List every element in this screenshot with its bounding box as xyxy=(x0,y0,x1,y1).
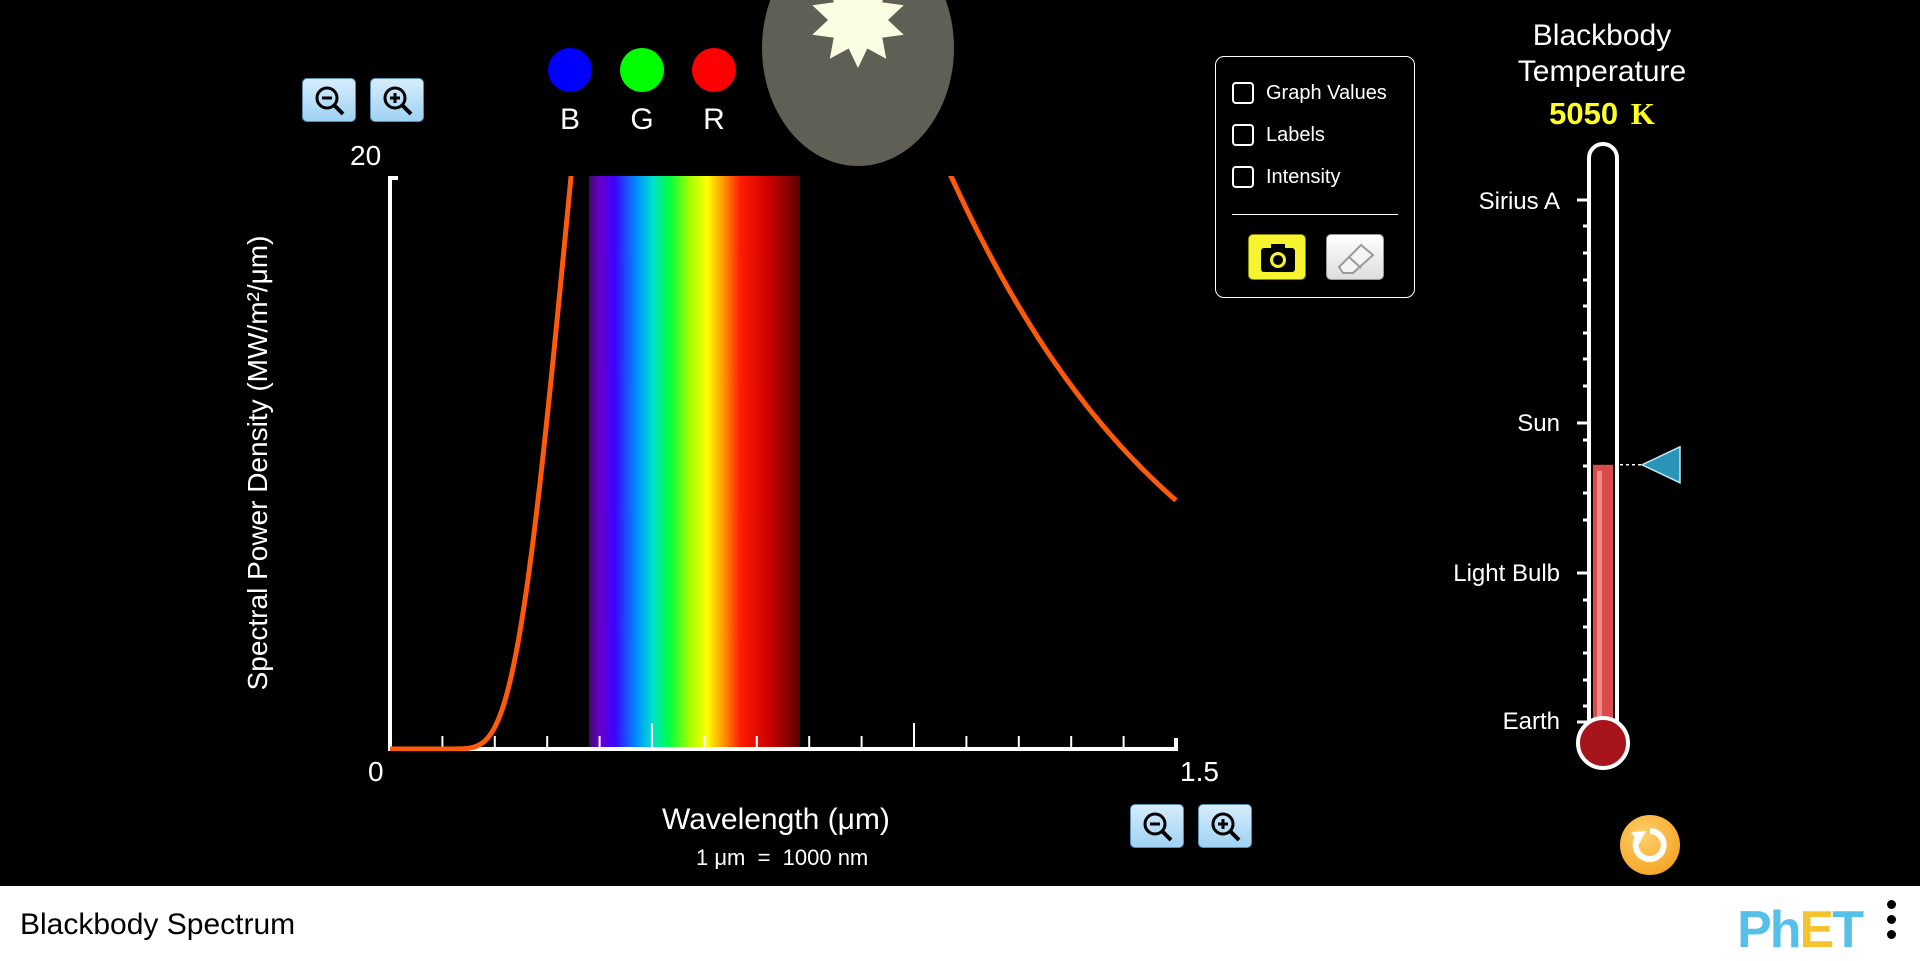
options-panel: Graph Values Labels Intensity xyxy=(1215,56,1415,298)
sim-title: Blackbody Spectrum xyxy=(20,908,296,941)
phet-logo[interactable]: PhET xyxy=(1737,900,1864,960)
marker-sirius-a: Sirius A xyxy=(1478,188,1560,215)
zoom-in-icon xyxy=(1211,812,1241,842)
y-min-label: 0 xyxy=(368,756,384,787)
unit-conversion-note: 1 μm = 1000 nm xyxy=(696,845,869,870)
y-max-label: 20 xyxy=(350,140,382,171)
camera-icon xyxy=(1261,244,1295,272)
reset-icon xyxy=(1631,828,1667,862)
spectrum-graph xyxy=(388,176,1178,751)
thermometer-bulb xyxy=(1576,716,1630,770)
marker-earth: Earth xyxy=(1502,708,1560,735)
navigation-bar: Blackbody Spectrum PhET xyxy=(0,886,1920,961)
save-graph-button[interactable] xyxy=(1248,234,1306,280)
thermometer[interactable] xyxy=(1560,140,1760,780)
y-axis-label: Spectral Power Density (MW/m²/μm) xyxy=(242,235,273,691)
labels-label: Labels xyxy=(1266,123,1325,146)
marker-light-bulb: Light Bulb xyxy=(1453,560,1560,587)
phet-menu-button[interactable] xyxy=(1886,900,1898,948)
zoom-out-icon xyxy=(1143,812,1173,842)
graph-values-checkbox[interactable] xyxy=(1232,82,1254,104)
visible-spectrum-band xyxy=(589,176,800,749)
marker-sun: Sun xyxy=(1517,410,1560,437)
thermometer-title-line2: Temperature xyxy=(1517,55,1687,88)
labels-checkbox[interactable] xyxy=(1232,124,1254,146)
temperature-slider-thumb[interactable] xyxy=(1620,445,1681,484)
x-axis-label: Wavelength (μm) xyxy=(662,803,890,836)
intensity-label: Intensity xyxy=(1266,165,1341,188)
temperature-value: 5050 xyxy=(1549,96,1619,131)
clear-graphs-button[interactable] xyxy=(1326,234,1384,280)
panel-divider xyxy=(1232,214,1398,215)
thermometer-fill xyxy=(1593,464,1613,740)
thermometer-title-line1: Blackbody xyxy=(1532,19,1672,52)
thermometer-title: Blackbody Temperature xyxy=(1470,18,1734,90)
x-max-label: 1.5 xyxy=(1180,756,1219,787)
temperature-readout: 5050 K xyxy=(1470,96,1734,132)
intensity-option[interactable]: Intensity xyxy=(1232,162,1340,192)
temperature-unit: K xyxy=(1630,96,1655,131)
intensity-checkbox[interactable] xyxy=(1232,166,1254,188)
reset-all-button[interactable] xyxy=(1620,815,1680,875)
thermometer-fill-highlight xyxy=(1597,470,1602,731)
horizontal-zoom-in-button[interactable] xyxy=(1198,804,1252,848)
graph-values-label: Graph Values xyxy=(1266,81,1387,104)
horizontal-zoom-out-button[interactable] xyxy=(1130,804,1184,848)
simulation-area: B G R 20 0 1.5 Wavelength (μm) 1 μm = 10… xyxy=(0,0,1920,886)
labels-option[interactable]: Labels xyxy=(1232,120,1325,150)
eraser-icon xyxy=(1337,243,1375,274)
graph-values-option[interactable]: Graph Values xyxy=(1232,78,1387,108)
